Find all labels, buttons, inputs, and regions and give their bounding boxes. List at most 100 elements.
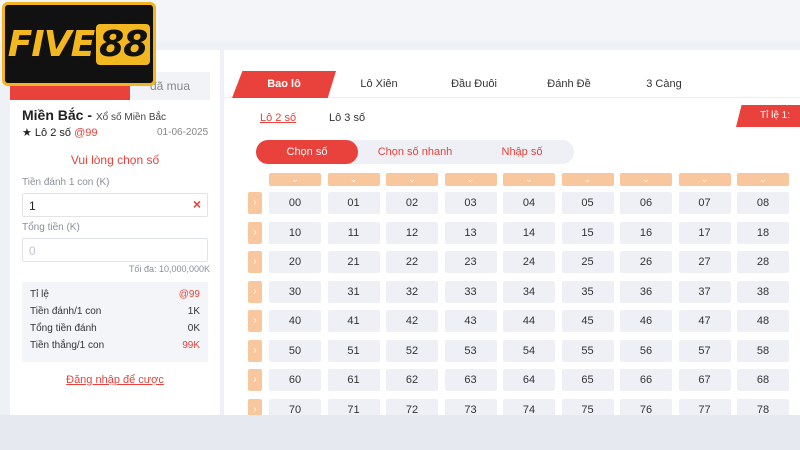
- total-input[interactable]: 0: [22, 238, 208, 262]
- column-select-chevron-icon[interactable]: ⌄: [327, 173, 380, 186]
- number-cell[interactable]: 38: [737, 280, 789, 303]
- number-cell[interactable]: 05: [561, 192, 614, 214]
- number-cell[interactable]: 30: [269, 280, 321, 303]
- number-cell[interactable]: 68: [737, 369, 789, 391]
- number-cell[interactable]: 56: [620, 339, 672, 362]
- column-select-chevron-icon[interactable]: ⌄: [503, 173, 555, 186]
- number-cell[interactable]: 78: [737, 398, 789, 415]
- five88-logo[interactable]: FIVE 88: [2, 2, 156, 86]
- number-cell[interactable]: 04: [503, 192, 555, 214]
- column-select-chevron-icon[interactable]: ⌄: [678, 173, 731, 186]
- number-cell[interactable]: 53: [444, 339, 497, 362]
- tab-bao-lo[interactable]: Bao lô: [232, 71, 336, 98]
- number-cell[interactable]: 18: [737, 221, 789, 244]
- number-cell[interactable]: 06: [620, 192, 672, 214]
- tab-dau-duoi[interactable]: Đầu Đuôi: [429, 71, 519, 98]
- number-cell[interactable]: 41: [327, 310, 380, 332]
- row-select-arrow-icon[interactable]: ›: [248, 221, 262, 244]
- number-cell[interactable]: 32: [386, 280, 438, 303]
- number-cell[interactable]: 08: [737, 192, 789, 214]
- tab-3-cang[interactable]: 3 Càng: [619, 71, 709, 98]
- number-cell[interactable]: 50: [269, 339, 321, 362]
- number-cell[interactable]: 77: [678, 398, 731, 415]
- number-cell[interactable]: 25: [561, 251, 614, 273]
- column-select-chevron-icon[interactable]: ⌄: [386, 173, 438, 186]
- number-cell[interactable]: 03: [444, 192, 497, 214]
- number-cell[interactable]: 17: [678, 221, 731, 244]
- number-cell[interactable]: 73: [444, 398, 497, 415]
- tab-danh-de[interactable]: Đánh Đề: [524, 71, 614, 98]
- number-cell[interactable]: 02: [386, 192, 438, 214]
- number-cell[interactable]: 22: [386, 251, 438, 273]
- number-cell[interactable]: 15: [561, 221, 614, 244]
- number-cell[interactable]: 47: [678, 310, 731, 332]
- column-select-chevron-icon[interactable]: ⌄: [444, 173, 497, 186]
- number-cell[interactable]: 64: [503, 369, 555, 391]
- number-cell[interactable]: 13: [444, 221, 497, 244]
- mode-quick-pick[interactable]: Chọn số nhanh: [360, 140, 470, 164]
- number-cell[interactable]: 63: [444, 369, 497, 391]
- row-select-arrow-icon[interactable]: ›: [248, 398, 262, 415]
- number-cell[interactable]: 43: [444, 310, 497, 332]
- number-cell[interactable]: 67: [678, 369, 731, 391]
- number-cell[interactable]: 07: [678, 192, 731, 214]
- row-select-arrow-icon[interactable]: ›: [248, 369, 262, 391]
- number-cell[interactable]: 28: [737, 251, 789, 273]
- login-to-bet-link[interactable]: Đăng nhập để cược: [10, 374, 220, 386]
- number-cell[interactable]: 57: [678, 339, 731, 362]
- number-cell[interactable]: 01: [327, 192, 380, 214]
- number-cell[interactable]: 54: [503, 339, 555, 362]
- clear-icon[interactable]: ×: [193, 196, 201, 212]
- number-cell[interactable]: 21: [327, 251, 380, 273]
- number-cell[interactable]: 52: [386, 339, 438, 362]
- number-cell[interactable]: 48: [737, 310, 789, 332]
- row-select-arrow-icon[interactable]: ›: [248, 280, 262, 303]
- number-cell[interactable]: 60: [269, 369, 321, 391]
- number-cell[interactable]: 12: [386, 221, 438, 244]
- number-cell[interactable]: 74: [503, 398, 555, 415]
- number-cell[interactable]: 40: [269, 310, 321, 332]
- number-cell[interactable]: 00: [269, 192, 321, 214]
- number-cell[interactable]: 31: [327, 280, 380, 303]
- number-cell[interactable]: 27: [678, 251, 731, 273]
- column-select-chevron-icon[interactable]: ⌄: [620, 173, 672, 186]
- number-cell[interactable]: 42: [386, 310, 438, 332]
- number-cell[interactable]: 58: [737, 339, 789, 362]
- mode-enter-number[interactable]: Nhập số: [472, 140, 572, 164]
- number-cell[interactable]: 75: [561, 398, 614, 415]
- row-select-arrow-icon[interactable]: ›: [248, 192, 262, 214]
- number-cell[interactable]: 23: [444, 251, 497, 273]
- row-select-arrow-icon[interactable]: ›: [248, 310, 262, 332]
- number-cell[interactable]: 71: [327, 398, 380, 415]
- number-cell[interactable]: 46: [620, 310, 672, 332]
- subtab-lo-3-so[interactable]: Lô 3 số: [329, 112, 365, 124]
- mode-pick-number[interactable]: Chọn số: [256, 140, 358, 164]
- number-cell[interactable]: 70: [269, 398, 321, 415]
- number-cell[interactable]: 33: [444, 280, 497, 303]
- number-cell[interactable]: 16: [620, 221, 672, 244]
- number-cell[interactable]: 34: [503, 280, 555, 303]
- number-cell[interactable]: 61: [327, 369, 380, 391]
- number-cell[interactable]: 14: [503, 221, 555, 244]
- row-select-arrow-icon[interactable]: ›: [248, 339, 262, 362]
- number-cell[interactable]: 20: [269, 251, 321, 273]
- number-cell[interactable]: 11: [327, 221, 380, 244]
- amount-input[interactable]: 1 ×: [22, 193, 208, 217]
- number-cell[interactable]: 36: [620, 280, 672, 303]
- row-select-arrow-icon[interactable]: ›: [248, 251, 262, 273]
- number-cell[interactable]: 35: [561, 280, 614, 303]
- column-select-chevron-icon[interactable]: ⌄: [269, 173, 321, 186]
- column-select-chevron-icon[interactable]: ⌄: [737, 173, 789, 186]
- tab-lo-xien[interactable]: Lô Xiên: [334, 71, 424, 98]
- number-cell[interactable]: 26: [620, 251, 672, 273]
- column-select-chevron-icon[interactable]: ⌄: [561, 173, 614, 186]
- number-cell[interactable]: 62: [386, 369, 438, 391]
- number-cell[interactable]: 45: [561, 310, 614, 332]
- number-cell[interactable]: 37: [678, 280, 731, 303]
- number-cell[interactable]: 76: [620, 398, 672, 415]
- number-cell[interactable]: 72: [386, 398, 438, 415]
- number-cell[interactable]: 66: [620, 369, 672, 391]
- number-cell[interactable]: 51: [327, 339, 380, 362]
- number-cell[interactable]: 44: [503, 310, 555, 332]
- number-cell[interactable]: 24: [503, 251, 555, 273]
